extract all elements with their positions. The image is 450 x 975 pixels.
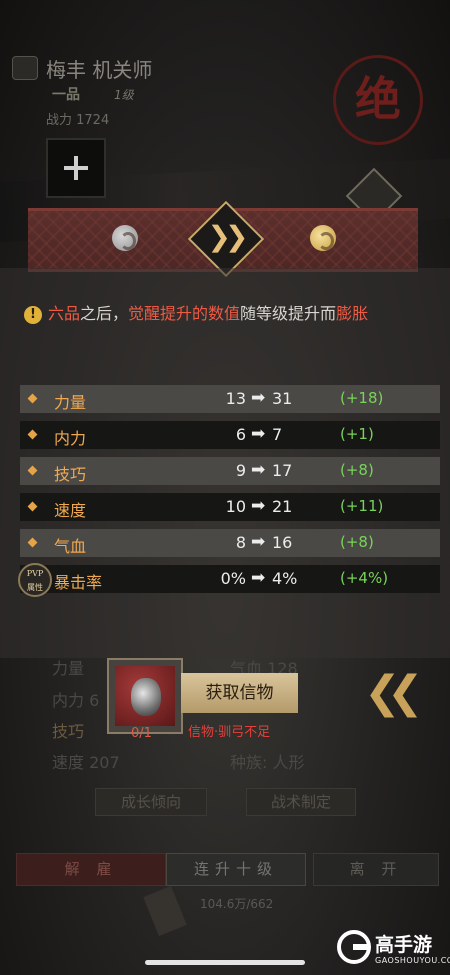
stat-gain: (+11) <box>340 497 384 515</box>
diamond-bullet-icon <box>27 465 38 476</box>
stat-from: 13 <box>225 389 246 408</box>
stat-from: 9 <box>235 461 246 480</box>
stat-from: 8 <box>235 533 246 552</box>
token-item-slot[interactable] <box>107 658 183 734</box>
bg-stat-strength: 力量 <box>52 659 85 678</box>
stat-gain: (+4%) <box>340 569 389 587</box>
level-up-ten-button[interactable]: 连升十级 <box>166 853 306 886</box>
stat-label: 力量 <box>54 393 87 412</box>
stat-gain: (+1) <box>340 425 374 443</box>
get-token-button[interactable]: 获取信物 <box>181 673 298 713</box>
tactics-button[interactable]: 战术制定 <box>246 788 356 816</box>
add-slot-button[interactable] <box>46 138 106 198</box>
watermark-name: 高手游 <box>375 934 433 956</box>
warning-icon: ! <box>24 306 42 324</box>
diamond-bullet-icon <box>27 429 38 440</box>
stat-label: 速度 <box>54 501 87 520</box>
bg-stat-skill: 技巧 <box>52 722 85 741</box>
stat-row: 技巧 9 ➡ 17 (+8) <box>20 457 440 485</box>
arrow-right-icon: ➡ <box>251 388 266 408</box>
leave-button[interactable]: 离 开 <box>313 853 439 886</box>
stat-row: 气血 8 ➡ 16 (+8) <box>20 529 440 557</box>
stat-to: 7 <box>272 425 283 444</box>
diamond-bullet-icon <box>27 501 38 512</box>
grey-rune-icon <box>112 225 138 251</box>
stat-row: 暴击率 0% ➡ 4% (+4%) <box>20 565 440 593</box>
stat-gain: (+18) <box>340 389 384 407</box>
character-name: 梅丰 机关师 <box>46 58 153 82</box>
home-indicator[interactable] <box>145 960 305 965</box>
insufficient-text: 信物·驯弓不足 <box>188 725 271 740</box>
stat-to: 31 <box>272 389 293 408</box>
watermark-domain: GAOSHOUYOU.COM <box>375 956 450 965</box>
notice-part: 觉醒提升的数值 <box>128 304 241 323</box>
stat-row: 内力 6 ➡ 7 (+1) <box>20 421 440 449</box>
stat-label: 技巧 <box>54 465 87 484</box>
notice-text: ! 六品之后，觉醒提升的数值随等级提升而膨胀 <box>24 300 368 324</box>
stat-gain: (+8) <box>340 533 374 551</box>
diamond-bullet-icon <box>27 393 38 404</box>
money-readout: 104.6万/662 <box>200 897 274 911</box>
pvp-badge-line: 属性 <box>27 583 43 592</box>
stat-from: 10 <box>225 497 246 516</box>
stat-to: 21 <box>272 497 293 516</box>
item-count: 0/1 <box>131 726 152 741</box>
gold-rune-icon <box>310 225 336 251</box>
stat-to: 16 <box>272 533 293 552</box>
back-chevron-icon[interactable]: ❮❮ <box>364 660 436 726</box>
dismiss-button[interactable]: 解 雇 <box>16 853 166 886</box>
bg-stat-race: 种族: 人形 <box>230 753 305 772</box>
diamond-bullet-icon <box>27 537 38 548</box>
arrow-right-icon: ➡ <box>251 532 266 552</box>
token-item-icon <box>131 678 161 716</box>
brush-icon <box>12 56 38 80</box>
arrow-right-icon: ➡ <box>251 568 266 588</box>
stat-to: 4% <box>272 569 298 588</box>
level-label: 1级 <box>114 88 134 102</box>
rank-label: 一品 <box>52 87 80 103</box>
notice-part: 之后， <box>80 304 129 323</box>
stat-to: 17 <box>272 461 293 480</box>
stat-label: 气血 <box>54 537 87 556</box>
stat-label: 内力 <box>54 429 87 448</box>
arrow-right-icon: ➡ <box>251 460 266 480</box>
stat-from: 0% <box>220 569 246 588</box>
pvp-badge-icon: PVP 属性 <box>18 563 52 597</box>
rarity-seal: 绝 <box>333 55 423 145</box>
pvp-badge-line: PVP <box>26 569 44 578</box>
stat-row: 速度 10 ➡ 21 (+11) <box>20 493 440 521</box>
stat-gain: (+8) <box>340 461 374 479</box>
stat-from: 6 <box>235 425 246 444</box>
stat-label: 暴击率 <box>54 573 103 592</box>
watermark: 高手游 GAOSHOUYOU.COM <box>337 930 450 972</box>
watermark-logo-icon <box>337 930 371 964</box>
bg-stat-inner: 内力 6 <box>52 691 100 710</box>
bg-stat-speed: 速度 207 <box>52 753 120 772</box>
double-chevron-right-icon: ❯❯ <box>207 220 249 253</box>
notice-part: 六品 <box>48 304 81 323</box>
notice-part: 随等级提升而 <box>240 304 337 323</box>
arrow-right-icon: ➡ <box>251 496 266 516</box>
power-label: 战力 1724 <box>46 113 110 128</box>
stat-row: 力量 13 ➡ 31 (+18) <box>20 385 440 413</box>
notice-part: 膨胀 <box>336 304 369 323</box>
growth-tendency-button[interactable]: 成长倾向 <box>95 788 207 816</box>
token-item-bg <box>115 666 175 726</box>
arrow-right-icon: ➡ <box>251 424 266 444</box>
